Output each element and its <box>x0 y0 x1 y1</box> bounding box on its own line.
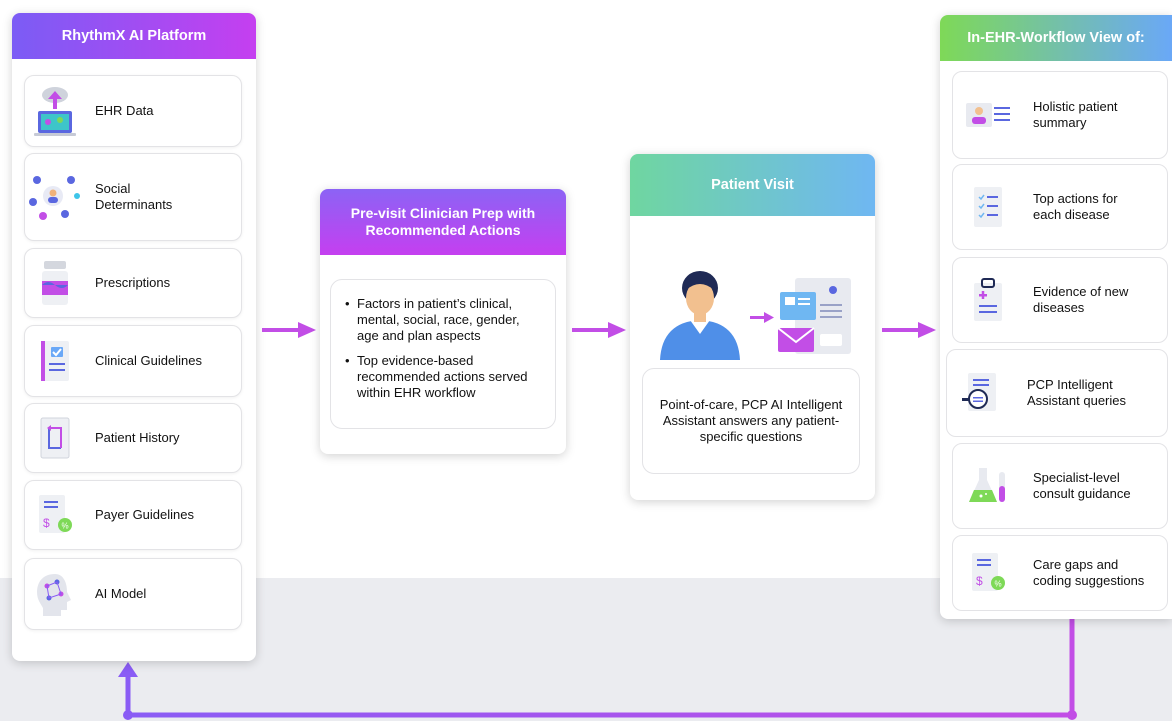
ehr-item-label: PCP Intelligent Assistant queries <box>1027 377 1126 408</box>
platform-item-label: Clinical Guidelines <box>95 353 202 368</box>
ehr-item-label: Holistic patient summary <box>1033 99 1118 130</box>
ehr-view-title: In-EHR-Workflow View of: <box>967 30 1145 46</box>
ehr-item-top-actions: Top actions for each disease <box>952 164 1168 250</box>
patient-visit-card: Patient Visit Point-of-care, PCP AI Inte… <box>630 154 875 500</box>
platform-item-ehr-data: EHR Data <box>24 75 242 147</box>
platform-item-patient-history: Patient History <box>24 403 242 473</box>
billing-document-icon: $ % <box>953 536 1023 610</box>
previsit-header: Pre-visit Clinician Prep with Recommende… <box>320 189 566 255</box>
svg-text:%: % <box>62 522 69 531</box>
platform-item-social-determinants: Social Determinants <box>24 153 242 241</box>
platform-item-prescriptions: Prescriptions <box>24 248 242 318</box>
ehr-item-label: Top actions for each disease <box>1033 191 1118 222</box>
platform-item-label: AI Model <box>95 586 147 601</box>
svg-text:%: % <box>995 580 1002 589</box>
ehr-item-label: Evidence of new diseases <box>1033 284 1129 315</box>
feedback-loop-arrow <box>118 619 1077 720</box>
platform-item-label: Prescriptions <box>95 275 171 290</box>
ehr-item-evidence-diseases: Evidence of new diseases <box>952 257 1168 343</box>
platform-item-label: EHR Data <box>95 103 154 118</box>
ai-brain-icon <box>25 559 85 629</box>
doctor-patient-illustration <box>660 271 851 360</box>
platform-item-label: Patient History <box>95 430 180 445</box>
cloud-laptop-icon <box>25 76 85 146</box>
previsit-title: Pre-visit Clinician Prep with Recommende… <box>350 205 536 238</box>
ehr-item-specialist-consult: Specialist-level consult guidance <box>952 443 1168 529</box>
platform-item-label: Social Determinants <box>95 181 173 212</box>
magnifier-document-icon <box>947 350 1017 436</box>
previsit-card: Pre-visit Clinician Prep with Recommende… <box>320 189 566 454</box>
patient-card-icon <box>953 72 1023 158</box>
previsit-bullet-box: Factors in patient’s clinical, mental, s… <box>330 279 556 429</box>
svg-text:$: $ <box>43 516 50 530</box>
clipboard-medical-icon <box>953 258 1023 342</box>
checklist-icon <box>953 165 1023 249</box>
visit-description-box: Point-of-care, PCP AI Intelligent Assist… <box>642 368 860 474</box>
platform-panel: RhythmX AI Platform EHR Data Social Dete… <box>12 13 256 661</box>
payer-document-icon: $ % <box>25 481 85 549</box>
social-network-icon <box>25 154 85 240</box>
ehr-view-header: In-EHR-Workflow View of: <box>940 15 1172 61</box>
platform-item-label: Payer Guidelines <box>95 507 194 522</box>
ehr-item-care-gaps: $ % Care gaps and coding suggestions <box>952 535 1168 611</box>
platform-item-payer-guidelines: $ % Payer Guidelines <box>24 480 242 550</box>
ehr-item-label: Care gaps and coding suggestions <box>1033 557 1145 588</box>
visit-title: Patient Visit <box>711 177 794 193</box>
platform-item-clinical-guidelines: Clinical Guidelines <box>24 325 242 397</box>
ehr-item-label: Specialist-level consult guidance <box>1033 470 1131 501</box>
svg-text:$: $ <box>976 574 983 588</box>
pill-bottle-icon <box>25 249 85 317</box>
lab-flask-icon <box>953 444 1023 528</box>
platform-header: RhythmX AI Platform <box>12 13 256 59</box>
previsit-bullet: Factors in patient’s clinical, mental, s… <box>345 296 541 344</box>
visit-header: Patient Visit <box>630 154 875 216</box>
ehr-item-pcp-queries: PCP Intelligent Assistant queries <box>946 349 1168 437</box>
flow-arrow-3 <box>882 322 936 338</box>
flow-arrow-2 <box>572 322 626 338</box>
ehr-view-panel: In-EHR-Workflow View of: Holistic patien… <box>940 15 1172 619</box>
guidelines-document-icon <box>25 326 85 396</box>
flow-arrow-1 <box>262 322 316 338</box>
history-document-icon <box>25 404 85 472</box>
visit-description: Point-of-care, PCP AI Intelligent Assist… <box>659 397 843 444</box>
platform-item-ai-model: AI Model <box>24 558 242 630</box>
previsit-bullet: Top evidence-based recommended actions s… <box>345 353 541 401</box>
ehr-item-patient-summary: Holistic patient summary <box>952 71 1168 159</box>
platform-title: RhythmX AI Platform <box>61 28 207 44</box>
